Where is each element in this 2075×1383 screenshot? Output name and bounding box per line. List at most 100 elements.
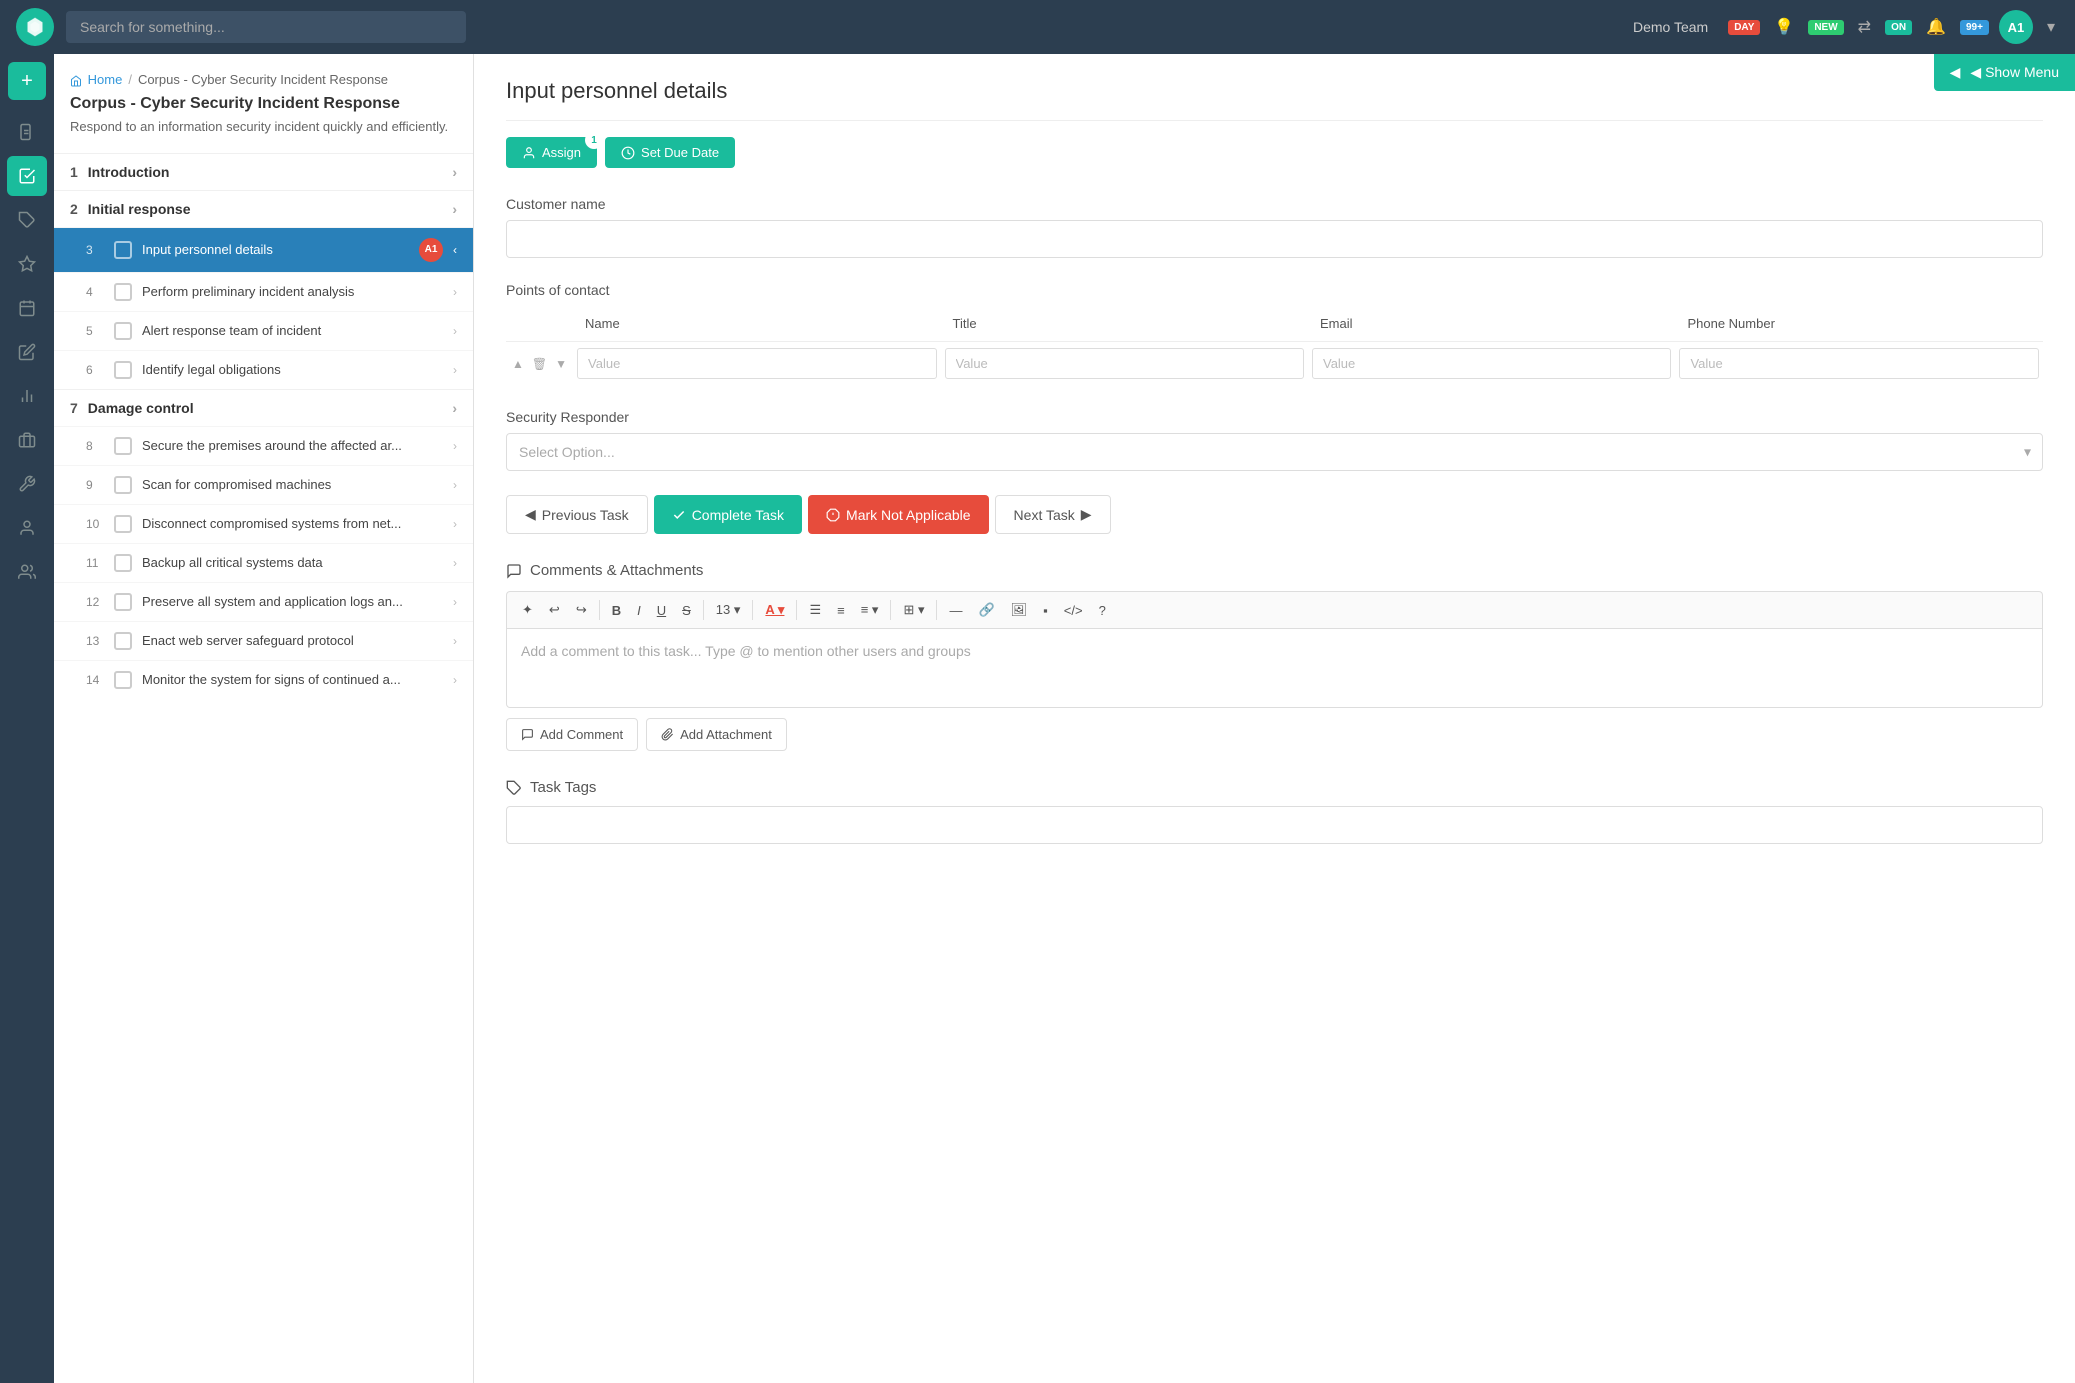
panel-description: Respond to an information security incid…	[54, 117, 473, 153]
toolbar-code-btn[interactable]: </>	[1057, 599, 1090, 622]
task-section-initial-response[interactable]: 2 Initial response ›	[54, 190, 473, 227]
sidebar-icon-edit[interactable]	[7, 332, 47, 372]
add-comment-button[interactable]: Add Comment	[506, 718, 638, 751]
comment-actions: Add Comment Add Attachment	[506, 718, 2043, 751]
sidebar-icon-tag[interactable]	[7, 200, 47, 240]
task-checkbox-11[interactable]	[114, 554, 132, 572]
show-menu-button[interactable]: ◀ ◀ Show Menu	[1934, 54, 2075, 91]
col-header-email: Email	[1308, 306, 1675, 342]
switches-icon[interactable]: ⇄	[1854, 13, 1875, 41]
toolbar-hr-btn[interactable]: —	[942, 599, 969, 622]
security-responder-wrapper: Select Option...	[506, 433, 2043, 471]
task-item-4[interactable]: 4 Perform preliminary incident analysis …	[54, 272, 473, 311]
chevron-right-icon: ›	[453, 634, 457, 648]
bell-icon[interactable]: 🔔	[1922, 13, 1950, 41]
task-checkbox-8[interactable]	[114, 437, 132, 455]
toolbar-image-btn[interactable]: 🖼	[1004, 598, 1035, 622]
task-tags-heading: Task Tags	[506, 779, 2043, 796]
toolbar-video-btn[interactable]: ▪	[1036, 599, 1055, 622]
next-task-button[interactable]: Next Task ▶	[995, 495, 1111, 534]
sidebar-icon-wrench[interactable]	[7, 464, 47, 504]
contacts-table: Name Title Email Phone Number ▲ 🗑 ▼	[506, 306, 2043, 385]
task-item-10[interactable]: 10 Disconnect compromised systems from n…	[54, 504, 473, 543]
toolbar-sparkle-btn[interactable]: ✦	[515, 598, 540, 622]
toolbar-separator	[936, 600, 937, 620]
complete-task-button[interactable]: Complete Task	[654, 495, 802, 534]
task-section-introduction[interactable]: 1 Introduction ›	[54, 153, 473, 190]
task-section-damage-control[interactable]: 7 Damage control ›	[54, 389, 473, 426]
customer-name-input[interactable]	[506, 220, 2043, 258]
toolbar-bold-btn[interactable]: B	[605, 599, 628, 622]
nav-badges: DAY 💡 NEW ⇄ ON 🔔 99+ A1 ▾	[1728, 10, 2059, 44]
security-responder-select[interactable]: Select Option...	[506, 433, 2043, 471]
task-tags-input[interactable]	[506, 806, 2043, 844]
task-item-8[interactable]: 8 Secure the premises around the affecte…	[54, 426, 473, 465]
lightbulb-icon[interactable]: 💡	[1770, 13, 1798, 41]
chevron-right-icon: ›	[453, 478, 457, 492]
sidebar-icon-document[interactable]	[7, 112, 47, 152]
contact-email-input[interactable]	[1312, 348, 1671, 379]
dropdown-chevron-icon[interactable]: ▾	[2043, 13, 2059, 41]
task-item-9[interactable]: 9 Scan for compromised machines ›	[54, 465, 473, 504]
toolbar-separator	[796, 600, 797, 620]
set-due-date-button[interactable]: Set Due Date	[605, 137, 735, 168]
chevron-right-icon: ›	[452, 164, 457, 180]
comment-editor[interactable]: Add a comment to this task... Type @ to …	[506, 628, 2043, 708]
toolbar-separator	[599, 600, 600, 620]
task-checkbox-5[interactable]	[114, 322, 132, 340]
contact-name-input[interactable]	[577, 348, 936, 379]
toolbar-strike-btn[interactable]: S	[675, 599, 698, 622]
sidebar-icon-briefcase[interactable]	[7, 420, 47, 460]
toolbar-italic-btn[interactable]: I	[630, 599, 648, 622]
page-title: Input personnel details	[506, 78, 2043, 121]
contact-title-input[interactable]	[945, 348, 1304, 379]
sidebar-icon-checklist[interactable]	[7, 156, 47, 196]
task-checkbox-6[interactable]	[114, 361, 132, 379]
toolbar-unordered-list-btn[interactable]: ☰	[802, 598, 828, 622]
task-checkbox-14[interactable]	[114, 671, 132, 689]
toolbar-underline-btn[interactable]: U	[650, 599, 673, 622]
user-avatar[interactable]: A1	[1999, 10, 2033, 44]
toolbar-undo-btn[interactable]: ↩	[542, 598, 567, 622]
toolbar-color-btn[interactable]: A ▾	[758, 598, 791, 622]
row-delete-icon[interactable]: 🗑	[530, 355, 549, 373]
task-item-12[interactable]: 12 Preserve all system and application l…	[54, 582, 473, 621]
task-item-13[interactable]: 13 Enact web server safeguard protocol ›	[54, 621, 473, 660]
assign-button[interactable]: Assign 1	[506, 137, 597, 168]
breadcrumb-home[interactable]: Home	[70, 72, 122, 87]
task-checkbox-9[interactable]	[114, 476, 132, 494]
task-checkbox-4[interactable]	[114, 283, 132, 301]
chevron-right-icon: ›	[453, 517, 457, 531]
toolbar-help-btn[interactable]: ?	[1092, 599, 1113, 622]
row-move-down-icon[interactable]: ▼	[553, 355, 569, 373]
row-move-up-icon[interactable]: ▲	[510, 355, 526, 373]
sidebar-icon-user[interactable]	[7, 508, 47, 548]
task-item-14[interactable]: 14 Monitor the system for signs of conti…	[54, 660, 473, 699]
sidebar-icon-users[interactable]	[7, 552, 47, 592]
task-checkbox-3[interactable]	[114, 241, 132, 259]
sidebar-icon-star[interactable]	[7, 244, 47, 284]
contact-phone-input[interactable]	[1679, 348, 2039, 379]
search-input[interactable]	[66, 11, 466, 43]
task-item-11[interactable]: 11 Backup all critical systems data ›	[54, 543, 473, 582]
task-item-6[interactable]: 6 Identify legal obligations ›	[54, 350, 473, 389]
task-item-5[interactable]: 5 Alert response team of incident ›	[54, 311, 473, 350]
col-header-title: Title	[941, 306, 1308, 342]
add-attachment-button[interactable]: Add Attachment	[646, 718, 787, 751]
task-checkbox-12[interactable]	[114, 593, 132, 611]
toolbar-fontsize-btn[interactable]: 13 ▾	[709, 598, 748, 622]
task-checkbox-10[interactable]	[114, 515, 132, 533]
add-button[interactable]: +	[8, 62, 46, 100]
toolbar-table-btn[interactable]: ⊞ ▾	[896, 598, 931, 622]
toolbar-ordered-list-btn[interactable]: ≡	[830, 599, 852, 622]
task-checkbox-13[interactable]	[114, 632, 132, 650]
toolbar-align-btn[interactable]: ≡ ▾	[854, 598, 886, 622]
badge-on: ON	[1885, 20, 1912, 35]
toolbar-redo-btn[interactable]: ↪	[569, 598, 594, 622]
toolbar-link-btn[interactable]: 🔗	[971, 598, 1001, 622]
task-item-3[interactable]: 3 Input personnel details A1 ‹	[54, 227, 473, 272]
mark-not-applicable-button[interactable]: Mark Not Applicable	[808, 495, 989, 534]
sidebar-icon-calendar[interactable]	[7, 288, 47, 328]
sidebar-icon-chart[interactable]	[7, 376, 47, 416]
previous-task-button[interactable]: ◀ Previous Task	[506, 495, 648, 534]
